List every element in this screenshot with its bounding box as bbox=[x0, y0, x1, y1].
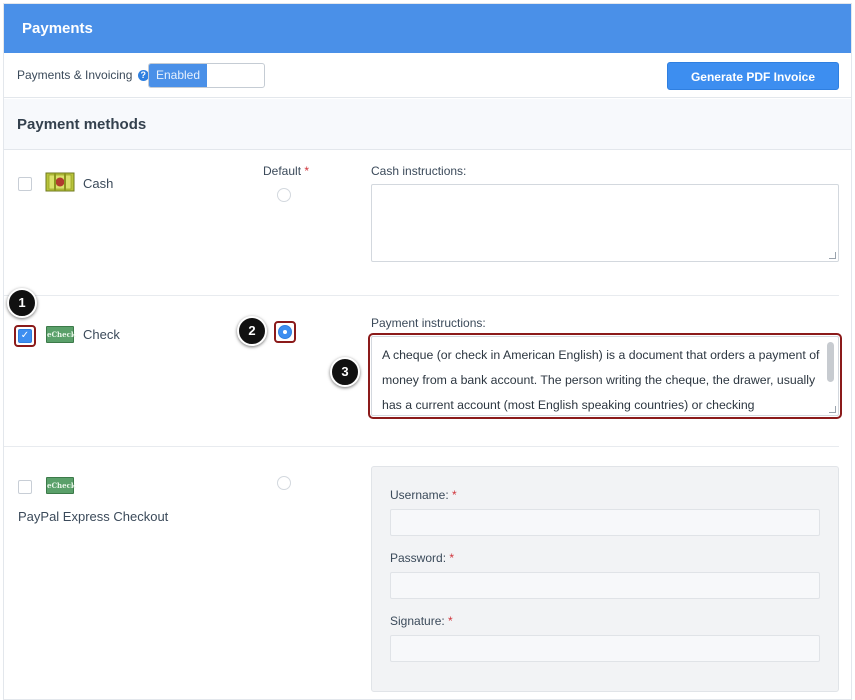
cash-checkbox[interactable] bbox=[18, 177, 32, 191]
signature-label-text: Signature: bbox=[390, 614, 445, 628]
paypal-label: PayPal Express Checkout bbox=[18, 509, 169, 524]
required-mark: * bbox=[304, 164, 310, 178]
username-label-text: Username: bbox=[390, 488, 449, 502]
check-label: Check bbox=[83, 327, 120, 342]
toggle-enabled-label: Enabled bbox=[149, 64, 207, 87]
echeck-icon: eCheck bbox=[46, 326, 76, 343]
resize-handle-icon[interactable] bbox=[829, 406, 836, 413]
cash-icon bbox=[45, 172, 75, 192]
cash-default-radio[interactable] bbox=[277, 188, 291, 202]
scrollbar-thumb[interactable] bbox=[827, 342, 834, 382]
row-divider bbox=[4, 295, 839, 296]
cash-instructions-textarea[interactable] bbox=[371, 184, 839, 262]
password-label: Password: * bbox=[390, 551, 454, 565]
password-label-text: Password: bbox=[390, 551, 447, 565]
step-badge-1: 1 bbox=[7, 288, 37, 318]
default-label-text: Default bbox=[263, 164, 302, 178]
payment-instructions-value: A cheque (or check in American English) … bbox=[382, 348, 820, 412]
required-mark: * bbox=[452, 488, 457, 502]
signature-input[interactable] bbox=[390, 635, 820, 662]
default-column-label: Default * bbox=[263, 164, 309, 178]
step-badge-2: 2 bbox=[237, 316, 267, 346]
invoicing-toggle[interactable]: Enabled bbox=[148, 63, 265, 88]
paypal-checkbox[interactable] bbox=[18, 480, 32, 494]
required-mark: * bbox=[448, 614, 453, 628]
invoicing-label: Payments & Invoicing ? bbox=[17, 68, 149, 82]
page-title: Payments bbox=[4, 4, 851, 53]
resize-handle-icon[interactable] bbox=[829, 252, 836, 259]
paypal-default-radio[interactable] bbox=[277, 476, 291, 490]
password-input[interactable] bbox=[390, 572, 820, 599]
check-checkbox[interactable]: ✓ bbox=[18, 329, 32, 343]
echeck-icon: eCheck bbox=[46, 477, 76, 494]
check-default-radio[interactable] bbox=[278, 325, 292, 339]
username-input[interactable] bbox=[390, 509, 820, 536]
required-mark: * bbox=[449, 551, 455, 565]
row-divider bbox=[4, 446, 839, 447]
paypal-credentials-panel: Username: * Password: * Signature: * bbox=[371, 466, 839, 692]
step-badge-3: 3 bbox=[330, 357, 360, 387]
cash-label: Cash bbox=[83, 176, 114, 191]
payment-instructions-textarea[interactable]: A cheque (or check in American English) … bbox=[371, 336, 839, 416]
payment-instructions-label: Payment instructions: bbox=[371, 316, 486, 330]
cash-instructions-label: Cash instructions: bbox=[371, 164, 467, 178]
section-title: Payment methods bbox=[4, 99, 851, 150]
invoicing-label-text: Payments & Invoicing bbox=[17, 68, 133, 82]
username-label: Username: * bbox=[390, 488, 457, 502]
signature-label: Signature: * bbox=[390, 614, 453, 628]
toolbar: Payments & Invoicing ? Enabled Generate … bbox=[4, 53, 851, 110]
payments-panel: Payments Payments & Invoicing ? Enabled … bbox=[3, 3, 852, 700]
generate-pdf-preview-button[interactable]: Generate PDF Invoice Preview bbox=[667, 62, 839, 110]
